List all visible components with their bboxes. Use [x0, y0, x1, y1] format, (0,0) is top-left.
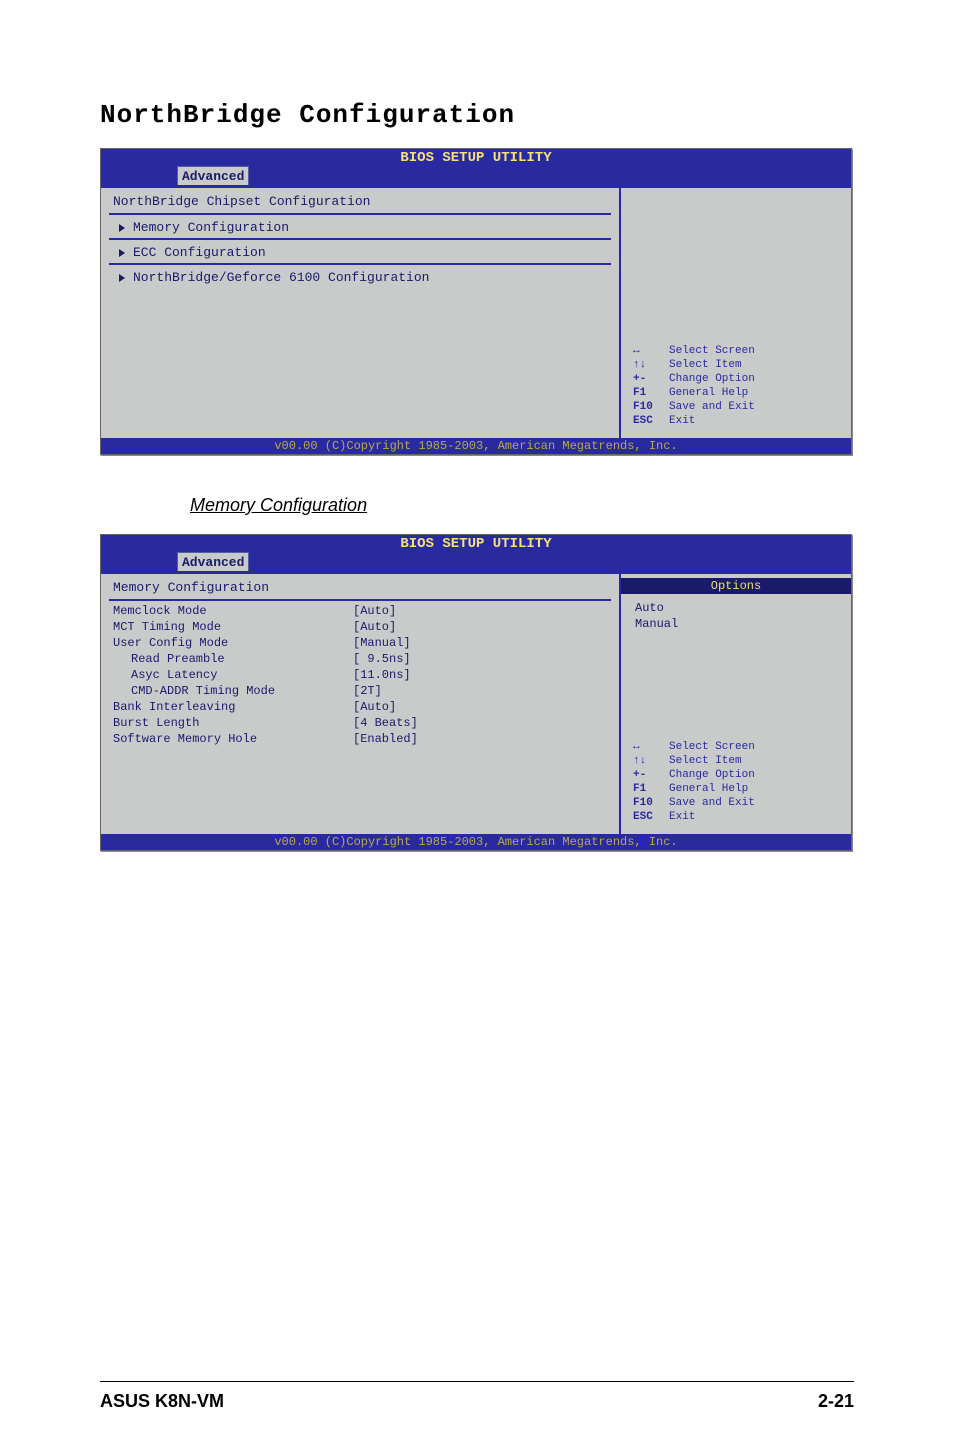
help-label: Select Screen — [669, 740, 755, 754]
submenu-label: Memory Configuration — [133, 220, 289, 235]
setting-value: [Auto] — [353, 620, 396, 635]
page-heading: NorthBridge Configuration — [100, 100, 854, 130]
bios-title: BIOS SETUP UTILITY — [101, 535, 851, 552]
setting-label: Memclock Mode — [113, 604, 353, 619]
setting-value: [Auto] — [353, 700, 396, 715]
page-footer: ASUS K8N-VM 2-21 — [100, 1391, 854, 1412]
help-label: General Help — [669, 782, 748, 796]
footer-rule — [100, 1381, 854, 1382]
triangle-icon — [119, 249, 125, 257]
setting-asyc-latency[interactable]: Asyc Latency [11.0ns] — [109, 667, 611, 683]
setting-label: Read Preamble — [113, 652, 353, 667]
help-label: Save and Exit — [669, 796, 755, 810]
key-f10: F10 — [633, 400, 669, 414]
help-label: Select Screen — [669, 344, 755, 358]
setting-value: [4 Beats] — [353, 716, 418, 731]
setting-value: [11.0ns] — [353, 668, 411, 683]
setting-value: [Auto] — [353, 604, 396, 619]
pane-heading: NorthBridge Chipset Configuration — [109, 192, 611, 215]
help-label: General Help — [669, 386, 748, 400]
triangle-icon — [119, 224, 125, 232]
submenu-geforce-config[interactable]: NorthBridge/Geforce 6100 Configuration — [109, 267, 611, 288]
setting-cmd-addr-timing[interactable]: CMD-ADDR Timing Mode [2T] — [109, 683, 611, 699]
bios-title: BIOS SETUP UTILITY — [101, 149, 851, 166]
key-arrows-lr: ↔ — [633, 740, 669, 754]
submenu-ecc-config[interactable]: ECC Configuration — [109, 242, 611, 265]
nav-help: ↔Select Screen ↑↓Select Item +-Change Op… — [633, 344, 755, 428]
key-plusminus: +- — [633, 372, 669, 386]
setting-label: Bank Interleaving — [113, 700, 353, 715]
footer-page-number: 2-21 — [818, 1391, 854, 1412]
setting-software-memory-hole[interactable]: Software Memory Hole [Enabled] — [109, 731, 611, 747]
bios-left-pane: Memory Configuration Memclock Mode [Auto… — [101, 574, 621, 834]
setting-label: MCT Timing Mode — [113, 620, 353, 635]
key-f10: F10 — [633, 796, 669, 810]
bios-tab-bar: Advanced — [101, 166, 851, 186]
setting-burst-length[interactable]: Burst Length [4 Beats] — [109, 715, 611, 731]
submenu-label: NorthBridge/Geforce 6100 Configuration — [133, 270, 429, 285]
help-label: Exit — [669, 810, 695, 824]
pane-heading: Memory Configuration — [109, 578, 611, 601]
submenu-memory-config[interactable]: Memory Configuration — [109, 217, 611, 240]
bios-footer: v00.00 (C)Copyright 1985-2003, American … — [101, 438, 851, 454]
help-label: Select Item — [669, 754, 742, 768]
key-plusminus: +- — [633, 768, 669, 782]
key-arrows-ud: ↑↓ — [633, 358, 669, 372]
setting-mct-timing-mode[interactable]: MCT Timing Mode [Auto] — [109, 619, 611, 635]
help-label: Change Option — [669, 768, 755, 782]
tab-advanced[interactable]: Advanced — [177, 552, 249, 571]
option-auto[interactable]: Auto — [629, 600, 843, 616]
setting-label: Asyc Latency — [113, 668, 353, 683]
key-f1: F1 — [633, 386, 669, 400]
setting-read-preamble[interactable]: Read Preamble [ 9.5ns] — [109, 651, 611, 667]
bios-screen-memory-config: BIOS SETUP UTILITY Advanced Memory Confi… — [100, 534, 852, 851]
setting-value: [Enabled] — [353, 732, 418, 747]
setting-value: [ 9.5ns] — [353, 652, 411, 667]
option-manual[interactable]: Manual — [629, 616, 843, 632]
bios-screen-northbridge: BIOS SETUP UTILITY Advanced NorthBridge … — [100, 148, 852, 455]
tab-advanced[interactable]: Advanced — [177, 166, 249, 185]
help-label: Save and Exit — [669, 400, 755, 414]
nav-help: ↔Select Screen ↑↓Select Item +-Change Op… — [633, 740, 755, 824]
bios-footer: v00.00 (C)Copyright 1985-2003, American … — [101, 834, 851, 850]
submenu-label: ECC Configuration — [133, 245, 266, 260]
help-label: Change Option — [669, 372, 755, 386]
setting-label: Software Memory Hole — [113, 732, 353, 747]
options-header: Options — [621, 578, 851, 594]
bios-right-pane: Options Auto Manual ↔Select Screen ↑↓Sel… — [621, 574, 851, 834]
footer-product: ASUS K8N-VM — [100, 1391, 224, 1412]
setting-bank-interleaving[interactable]: Bank Interleaving [Auto] — [109, 699, 611, 715]
setting-label: User Config Mode — [113, 636, 353, 651]
key-f1: F1 — [633, 782, 669, 796]
key-arrows-lr: ↔ — [633, 344, 669, 358]
bios-left-pane: NorthBridge Chipset Configuration Memory… — [101, 188, 621, 438]
bios-right-pane: ↔Select Screen ↑↓Select Item +-Change Op… — [621, 188, 851, 438]
setting-memclock-mode[interactable]: Memclock Mode [Auto] — [109, 603, 611, 619]
setting-user-config-mode[interactable]: User Config Mode [Manual] — [109, 635, 611, 651]
key-esc: ESC — [633, 810, 669, 824]
setting-label: CMD-ADDR Timing Mode — [113, 684, 353, 699]
help-label: Select Item — [669, 358, 742, 372]
key-arrows-ud: ↑↓ — [633, 754, 669, 768]
setting-value: [Manual] — [353, 636, 411, 651]
triangle-icon — [119, 274, 125, 282]
bios-tab-bar: Advanced — [101, 552, 851, 572]
setting-label: Burst Length — [113, 716, 353, 731]
sub-caption-memory-config: Memory Configuration — [190, 495, 854, 516]
help-label: Exit — [669, 414, 695, 428]
key-esc: ESC — [633, 414, 669, 428]
setting-value: [2T] — [353, 684, 382, 699]
